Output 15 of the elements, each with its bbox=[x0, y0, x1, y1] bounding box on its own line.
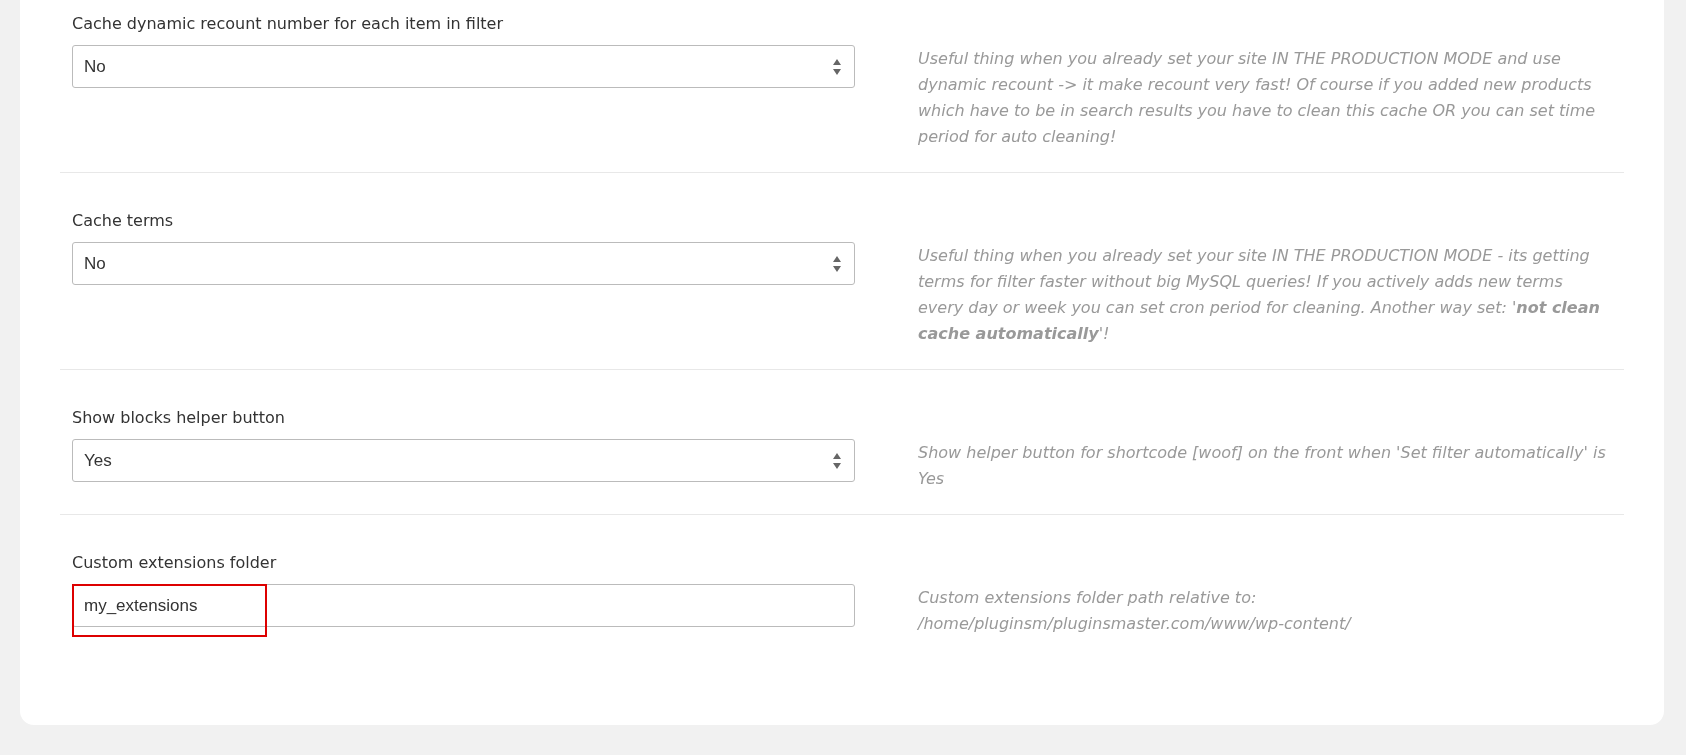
input-field[interactable]: my_extensions bbox=[72, 584, 855, 627]
help-text: Useful thing when you already set your site IN THE PRODUCTION MODE - its getting terms for filter faster without big MySQL queries! If you actively adds new terms every day or week you can set cron period for cleaning. Another way set: 'not clean cache automatically'! bbox=[918, 245, 1601, 345]
sort-arrows-icon bbox=[832, 57, 842, 76]
help-text: Show helper button for shortcode [woof] on the front when 'Set filter automatically' is Yes bbox=[918, 442, 1607, 490]
select-dropdown[interactable]: Yes bbox=[72, 439, 855, 482]
help-text: Custom extensions folder path relative to: /home/pluginsm/pluginsmaster.com/www/wp-content/ bbox=[918, 587, 1353, 635]
sort-arrows-icon bbox=[832, 254, 842, 273]
select-dropdown[interactable]: No bbox=[72, 242, 855, 285]
select-dropdown[interactable]: No bbox=[72, 45, 855, 88]
sort-arrows-icon bbox=[832, 451, 842, 470]
setting-label: Custom extensions folder bbox=[72, 553, 278, 572]
setting-label: Show blocks helper button bbox=[72, 408, 286, 427]
setting-label: Cache terms bbox=[72, 211, 175, 230]
help-text: Useful thing when you already set your site IN THE PRODUCTION MODE and use dynamic recount -> it make recount very fast! Of course if you added new products which have to be in search results you have to clean this cache OR you can set time period for auto cleaning! bbox=[918, 48, 1597, 148]
setting-label: Cache dynamic recount number for each item in filter bbox=[72, 14, 505, 33]
